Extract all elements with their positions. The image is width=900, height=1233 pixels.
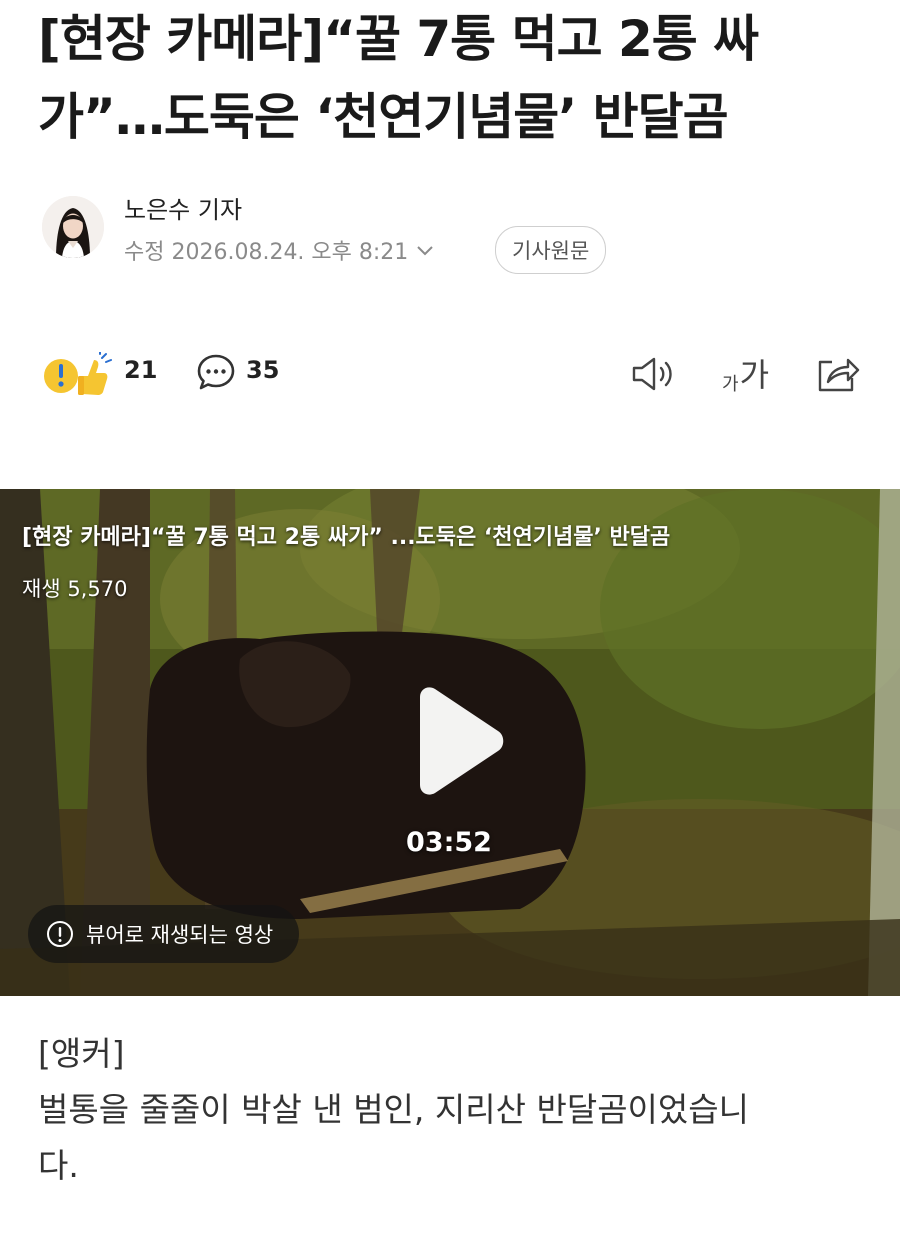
article-body: [앵커] 벌통을 줄줄이 박살 낸 범인, 지리산 반달곰이었습니 다. (38, 1026, 868, 1194)
chevron-down-icon[interactable] (414, 239, 436, 261)
body-paragraph: 벌통을 줄줄이 박살 낸 범인, 지리산 반달곰이었습니 (38, 1090, 749, 1129)
comment-count: 35 (246, 356, 280, 384)
article-title-line1: [현장 카메라]“꿀 7통 먹고 2통 싸 (38, 10, 759, 68)
date-text: 수정 2026.08.24. 오후 8:21 (124, 240, 409, 265)
article-title-line2: 가”…도둑은 ‘천연기념물’ 반달곰 (38, 88, 729, 146)
article-date[interactable]: 수정 2026.08.24. 오후 8:21 (124, 234, 436, 266)
play-icon[interactable] (402, 685, 506, 797)
viewer-notice[interactable]: 뷰어로 재생되는 영상 (28, 905, 300, 963)
video-duration: 03:52 (406, 827, 492, 858)
article-title: [현장 카메라]“꿀 7통 먹고 2통 싸 가”…도둑은 ‘천연기념물’ 반달곰 (38, 0, 878, 156)
video-player[interactable]: [현장 카메라]“꿀 7통 먹고 2통 싸가” ...도둑은 ‘천연기념물’ 반… (0, 489, 900, 996)
video-views: 재생 5,570 (22, 577, 128, 601)
reaction-count: 21 (124, 356, 158, 384)
reporter-avatar[interactable] (42, 196, 104, 258)
share-icon[interactable] (814, 352, 860, 396)
comment-icon[interactable] (196, 352, 236, 392)
font-size-icon[interactable]: 가 가 (722, 352, 778, 396)
viewer-notice-text: 뷰어로 재생되는 영상 (86, 923, 274, 947)
font-size-large-label: 가 (739, 356, 770, 394)
body-paragraph-continued: 다. (38, 1146, 79, 1185)
font-size-small-label: 가 (722, 374, 739, 395)
reporter-name[interactable]: 노은수 기자 (124, 190, 242, 225)
original-article-button[interactable]: 기사원문 (495, 226, 607, 274)
info-icon (46, 920, 74, 948)
reaction-icon[interactable] (42, 351, 114, 396)
body-paragraph-anchor: [앵커] (38, 1034, 125, 1073)
article-toolbar: 21 35 가 가 (0, 346, 900, 402)
video-title: [현장 카메라]“꿀 7통 먹고 2통 싸가” ...도둑은 ‘천연기념물’ 반… (22, 525, 671, 550)
speaker-icon[interactable] (630, 354, 678, 394)
